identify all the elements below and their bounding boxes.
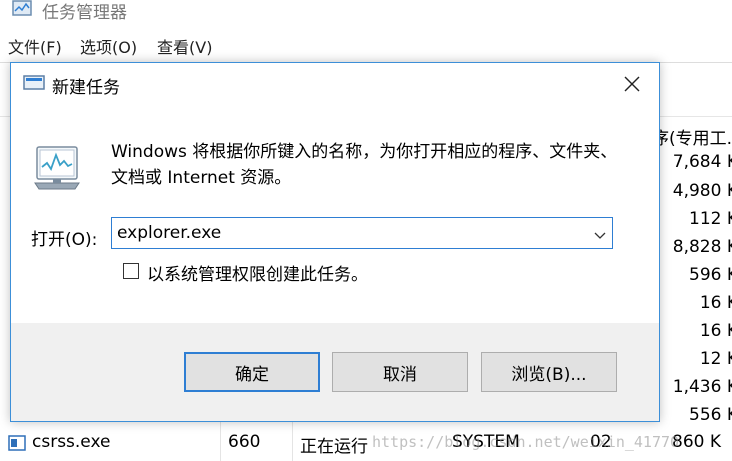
column-header-memory[interactable]: 序(专用工. bbox=[652, 124, 732, 149]
run-dialog-icon bbox=[23, 74, 45, 92]
ok-button[interactable]: 确定 bbox=[184, 352, 320, 392]
memory-cell: 7,684 K bbox=[672, 152, 732, 172]
open-input[interactable] bbox=[117, 221, 587, 245]
cancel-button[interactable]: 取消 bbox=[332, 352, 468, 392]
process-status: 正在运行 bbox=[300, 437, 368, 457]
memory-cell: 112 K bbox=[689, 209, 732, 229]
task-manager-title: 任务管理器 bbox=[42, 3, 127, 23]
memory-cell: 16 K bbox=[699, 293, 732, 313]
memory-cell: 556 K bbox=[689, 405, 732, 425]
memory-cell: 1,436 K bbox=[672, 377, 732, 397]
process-name: csrss.exe bbox=[32, 432, 111, 452]
close-button[interactable] bbox=[605, 63, 659, 105]
new-task-dialog: 新建任务 Windows 将根据你所键入的名称，为你打开相应的程序、文件夹、文档… bbox=[10, 62, 660, 422]
task-manager-icon bbox=[12, 0, 34, 20]
dialog-title: 新建任务 bbox=[52, 78, 120, 98]
open-combobox[interactable] bbox=[111, 217, 613, 249]
process-memory: 860 K bbox=[672, 432, 721, 452]
watermark: https://blog.csdn.net/weixin_41770 bbox=[372, 433, 680, 451]
browse-button[interactable]: 浏览(B)... bbox=[481, 352, 617, 392]
dialog-titlebar[interactable]: 新建任务 bbox=[11, 63, 659, 105]
run-program-icon bbox=[31, 143, 83, 191]
memory-cell: 8,828 K bbox=[672, 237, 732, 257]
admin-checkbox-label[interactable]: 以系统管理权限创建此任务。 bbox=[147, 260, 368, 285]
dialog-body: Windows 将根据你所键入的名称，为你打开相应的程序、文件夹、文档或 Int… bbox=[11, 105, 659, 323]
process-pid: 660 bbox=[228, 432, 261, 452]
close-icon bbox=[624, 76, 640, 92]
dialog-description: Windows 将根据你所键入的名称，为你打开相应的程序、文件夹、文档或 Int… bbox=[111, 142, 618, 188]
admin-checkbox[interactable] bbox=[123, 263, 139, 279]
task-manager-titlebar: 任务管理器 bbox=[0, 0, 732, 28]
menu-file[interactable]: 文件(F) bbox=[8, 34, 62, 58]
chevron-down-icon[interactable] bbox=[594, 226, 606, 239]
memory-cell: 4,980 K bbox=[672, 181, 732, 201]
process-icon bbox=[8, 435, 26, 456]
memory-cell: 12 K bbox=[699, 349, 732, 369]
dialog-footer: 确定 取消 浏览(B)... bbox=[11, 323, 659, 421]
memory-cell: 16 K bbox=[699, 321, 732, 341]
menu-options[interactable]: 选项(O) bbox=[80, 34, 137, 58]
open-label: 打开(O): bbox=[31, 230, 98, 250]
menu-view[interactable]: 查看(V) bbox=[157, 34, 212, 58]
memory-cell: 596 K bbox=[689, 265, 732, 285]
